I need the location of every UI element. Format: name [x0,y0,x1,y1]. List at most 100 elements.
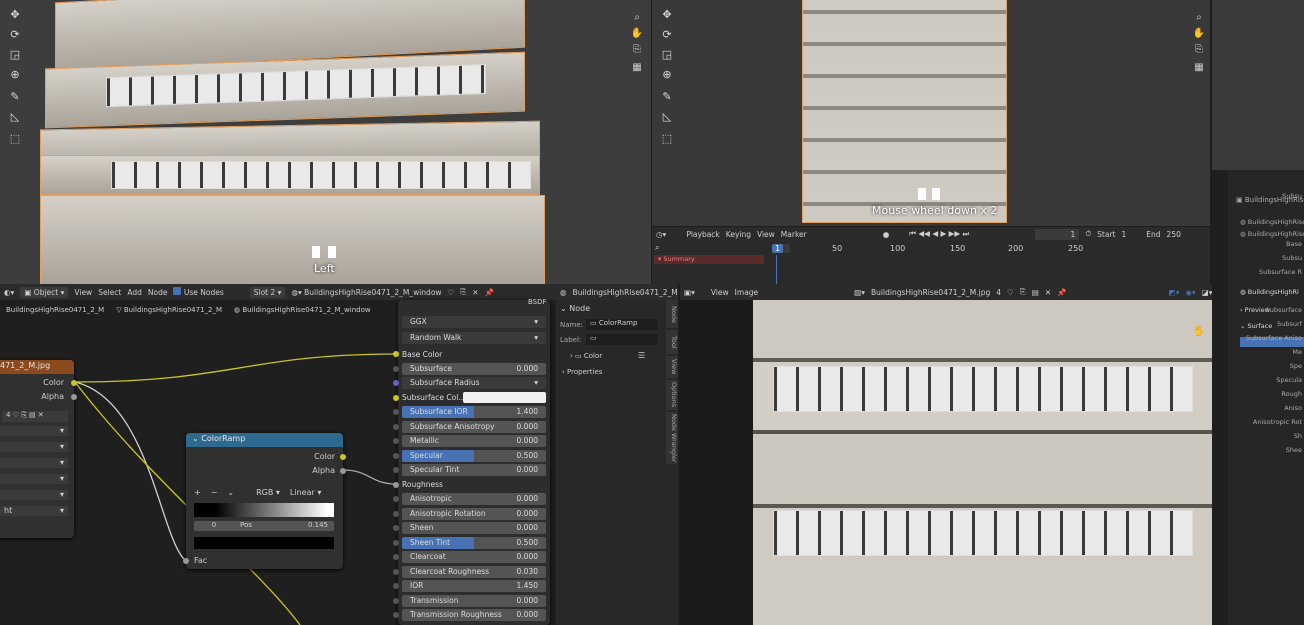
gradient-bar[interactable] [194,503,334,517]
image-datablock[interactable]: 4 ♡ ⎘ ▤ ✕ [2,411,68,422]
annotate-icon[interactable]: ✎ [6,88,24,106]
sidebar-material-name[interactable]: BuildingsHighRise0471_2_M_window [573,288,678,297]
annotate-icon[interactable]: ✎ [658,88,676,106]
input-socket[interactable] [393,366,399,372]
dropdown[interactable]: ▾ [0,490,68,500]
copy-icon[interactable]: ⎘ [460,287,466,297]
input-socket[interactable] [393,510,399,517]
menu-node[interactable]: Node [148,288,168,297]
rotate-icon[interactable]: ⟳ [658,26,676,44]
dropdown[interactable]: ▾ [0,458,68,468]
color-subpanel[interactable]: › ▭ Color [570,352,602,360]
bsdf-input-field[interactable]: Metallic 0.000 [402,435,546,447]
editor-type-icon[interactable]: ▣▾ [684,288,695,297]
remove-stop-icon[interactable]: − [211,488,218,497]
start-value[interactable]: 1 [1122,230,1127,239]
playback-controls[interactable]: ⏮ ◀◀ ◀ ▶ ▶▶ ⏭ [909,229,969,239]
bsdf-input-field[interactable]: IOR 1.450 [402,580,546,592]
stopwatch-icon[interactable]: ⏱ [1085,229,1091,239]
bsdf-input-field[interactable]: Clearcoat Roughness 0.030 [402,565,546,578]
pan-hand-icon[interactable]: ✋ [630,28,644,39]
add-stop-icon[interactable]: + [194,488,201,497]
current-frame-field[interactable]: 1 [1035,228,1080,240]
bsdf-input-field[interactable]: Subsurface Anisotropy 0.000 [402,420,546,433]
menu-select[interactable]: Select [98,288,121,297]
tab-tool[interactable]: Tool [666,330,678,354]
image-node-title[interactable]: 471_2_M.jpg [0,360,74,374]
stop-index[interactable]: 0 [194,521,234,531]
material-dropdown[interactable]: ◍▾ BuildingsHighRise0471_2_M_window [291,288,441,297]
outliner-item[interactable]: ◍ BuildingsHighRise [1240,230,1304,238]
scale-icon[interactable]: ◲ [658,46,676,64]
timeline[interactable]: ◷▾ Playback Keying View Marker ● ⏮ ◀◀ ◀ … [652,227,1210,284]
gizmo-icon[interactable]: ◩▾ [1169,288,1180,297]
bsdf-input-field[interactable]: Sheen Tint 0.500 [402,536,546,549]
interp-dropdown[interactable]: Linear ▾ [290,488,321,497]
open-icon[interactable]: ▤ [1032,288,1039,297]
input-socket[interactable] [393,438,399,444]
editor-type-icon[interactable]: ◐▾ [4,288,14,297]
transform-icon[interactable]: ⊕ [6,66,24,84]
viewport-left[interactable]: ✥ ⟳ ◲ ⊕ ✎ ◺ ⬚ ⌕ ✋ ⎘ ▦ Left [0,0,651,284]
tab-view[interactable]: View [666,356,678,378]
subsurface-radius-socket[interactable] [393,380,399,386]
subsurface-radius-dropdown[interactable]: Subsurface Radius ▾ [402,377,546,389]
frame-ruler[interactable]: 1 50 100 150 200 250 [772,243,1202,255]
colorramp-node[interactable]: ⌄ ColorRamp Color Alpha + − ⌄ RGB ▾ Line… [183,433,346,569]
stop-color-swatch[interactable] [194,537,334,549]
timeline-menu-view[interactable]: View [757,230,775,239]
tab-node[interactable]: Node [666,300,678,328]
image-texture-node[interactable]: 471_2_M.jpg Color Alpha 4 ♡ ⎘ ▤ ✕ ▾ ▾ ▾ … [0,360,77,538]
ramp-menu-icon[interactable]: ⌄ [227,488,234,497]
bsdf-input-field[interactable]: Anisotropic Rotation 0.000 [402,507,546,520]
pin-icon[interactable]: 📌 [485,288,494,297]
input-socket[interactable] [393,496,399,502]
node-section-header[interactable]: ⌄ Node [560,304,590,313]
dropdown[interactable]: ▾ [0,442,68,452]
bsdf-input-field[interactable]: Sheen 0.000 [402,522,546,534]
input-socket[interactable] [393,539,399,546]
menu-view[interactable]: View [711,288,729,297]
input-socket[interactable] [393,409,399,415]
bsdf-input-field[interactable]: Anisotropic 0.000 [402,493,546,505]
properties-subpanel[interactable]: › Properties [562,368,602,376]
input-socket[interactable] [393,452,399,459]
bsdf-input-field[interactable]: Subsurface 0.000 [402,363,546,375]
camera-icon[interactable]: ⎘ [1192,44,1206,55]
input-socket[interactable] [393,568,399,575]
grid-icon[interactable]: ▦ [1192,62,1206,73]
list-icon[interactable]: ☰ [638,351,645,360]
bsdf-input-field[interactable]: Subsurface IOR 1.400 [402,406,546,418]
pos-field[interactable]: Pos 0.145 [234,521,334,531]
zoom-icon[interactable]: ⌕ [1192,308,1206,319]
zoom-icon[interactable]: ⌕ [630,12,644,23]
bsdf-input-field[interactable]: Specular Tint 0.000 [402,464,546,476]
roughness-socket[interactable] [393,482,399,488]
measure-icon[interactable]: ◺ [6,108,24,126]
duplicate-icon[interactable]: ⎘ [1020,287,1026,297]
dropdown[interactable]: ▾ [0,474,68,484]
zoom-icon[interactable]: ⌕ [1192,12,1206,23]
image-browse-icon[interactable]: ▨▾ [854,288,865,297]
name-field[interactable]: ▭ ColorRamp [586,319,658,330]
color-socket[interactable] [340,454,346,460]
surface-panel[interactable]: ⌄ Surface [1240,322,1272,330]
tab-node-wrangler[interactable]: Node Wrangler [666,412,678,464]
object-mode-dropdown[interactable]: ▣ Object ▾ [20,286,69,298]
outliner-item[interactable]: ◍ BuildingsHighRise [1240,218,1304,226]
timeline-menu-playback[interactable]: Playback [686,230,719,239]
bsdf-input-field[interactable]: Transmission Roughness 0.000 [402,609,546,621]
input-socket[interactable] [393,467,399,473]
rotate-icon[interactable]: ⟳ [6,26,24,44]
add-cube-icon[interactable]: ⬚ [6,130,24,148]
fake-user-icon[interactable]: ♡ [448,288,455,297]
timeline-menu-marker[interactable]: Marker [781,230,807,239]
bsdf-input-field[interactable]: Clearcoat 0.000 [402,551,546,563]
input-socket[interactable] [393,525,399,531]
color-socket[interactable] [71,380,77,386]
use-nodes-checkbox[interactable]: Use Nodes [173,287,224,297]
dropdown[interactable]: ht ▾ [0,506,68,516]
alpha-socket[interactable] [340,468,346,474]
input-socket[interactable] [393,583,399,589]
label-field[interactable]: ▭ [586,334,658,345]
